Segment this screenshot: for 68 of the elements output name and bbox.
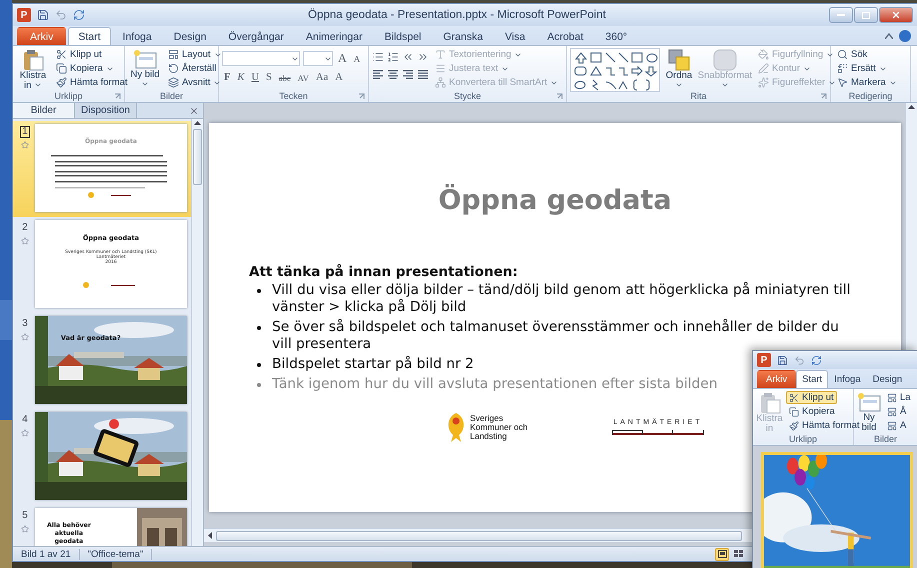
- logo-text: Sveriges Kommuner och Landsting: [470, 414, 529, 440]
- ribbon-tab[interactable]: Arkiv: [17, 27, 66, 45]
- ribbon-tab[interactable]: Start: [796, 370, 828, 388]
- bullet-text: Se över så bildspelet och talmanuset överensstämmer och innehåller de bilder du vill presentera: [272, 319, 840, 353]
- slide-number: 5: [21, 510, 29, 522]
- app-logo: P: [757, 353, 771, 367]
- group-label: Tecken: [279, 91, 308, 101]
- ribbon-tab[interactable]: Acrobat: [537, 27, 594, 45]
- group-label: Stycke: [454, 91, 481, 101]
- ribbon-button[interactable]: Klipp ut: [53, 48, 105, 61]
- pane-tab[interactable]: Bilder: [13, 103, 75, 118]
- slide-number: 2: [21, 222, 29, 234]
- ribbon-tab[interactable]: Visa: [494, 27, 536, 45]
- ribbon-button[interactable]: Klistra in: [16, 48, 50, 92]
- status-text: Bild 1 av 21: [13, 548, 80, 560]
- font-size-button[interactable]: A: [336, 51, 349, 66]
- ribbon-button[interactable]: Å: [884, 405, 910, 418]
- ribbon-tab[interactable]: Animeringar: [296, 27, 372, 45]
- ribbon-tab[interactable]: Infoga: [112, 27, 162, 45]
- ribbon-button[interactable]: Ny bild: [128, 48, 162, 91]
- ribbon-button[interactable]: Ordna: [663, 48, 695, 92]
- format-button[interactable]: S: [264, 72, 274, 83]
- ribbon-tab[interactable]: Bildspel: [374, 27, 432, 45]
- ribbon-button[interactable]: Kopiera: [53, 62, 117, 75]
- format-button[interactable]: F: [222, 72, 232, 83]
- ribbon-button[interactable]: A: [884, 419, 910, 432]
- ribbon-button[interactable]: Återställ: [165, 62, 220, 75]
- app-logo: P: [17, 8, 31, 22]
- format-button[interactable]: AV: [296, 72, 311, 82]
- group-label: Urklipp: [788, 434, 817, 444]
- group-label: Bilder: [874, 434, 897, 444]
- font-size-button[interactable]: A: [352, 54, 362, 64]
- ribbon-button[interactable]: Hämta format: [786, 419, 863, 432]
- ribbon-button[interactable]: La: [884, 391, 914, 404]
- slide-title: Öppna geodata: [437, 185, 673, 216]
- ribbon-button[interactable]: Klipp ut: [786, 391, 837, 404]
- slide-heading: Att tänka på innan presentationen:: [249, 264, 519, 280]
- ribbon-tab[interactable]: Start: [68, 27, 111, 45]
- format-button[interactable]: U: [249, 72, 262, 83]
- ribbon-tab[interactable]: Design: [164, 27, 216, 45]
- bullet-text: Tänk igenom hur du vill avsluta presentationen efter sista bilden: [272, 376, 718, 393]
- ribbon-button[interactable]: Avsnitt: [165, 76, 224, 89]
- ribbon-tab[interactable]: Design: [866, 370, 908, 388]
- group-label: Urklipp: [54, 91, 82, 101]
- ribbon-button[interactable]: Ersätt: [834, 62, 890, 75]
- group-label: Rita: [690, 91, 706, 101]
- ribbon-button[interactable]: Kopiera: [786, 405, 838, 418]
- status-text: "Office-tema": [80, 548, 152, 560]
- window-title: Öppna geodata - Presentation.pptx - Microsoft PowerPoint: [307, 9, 607, 21]
- format-button[interactable]: K: [235, 72, 246, 83]
- format-button[interactable]: abc: [276, 72, 293, 82]
- ribbon-tab[interactable]: Infoga: [828, 370, 867, 388]
- bullet-text: Bildspelet startar på bild nr 2: [272, 356, 474, 373]
- ribbon-tab[interactable]: Arkiv: [757, 370, 796, 388]
- group-label: Redigering: [848, 91, 892, 101]
- bullet-text: Vill du visa eller dölja bilder – tänd/dölj bild genom att högerklicka på miniatyren till vänster > klicka på Dölj bild: [272, 282, 852, 316]
- ribbon-tab[interactable]: Övergångar: [218, 27, 294, 45]
- slide-number: 4: [21, 414, 29, 426]
- slide-number: 3: [21, 318, 29, 330]
- format-button[interactable]: A: [333, 72, 345, 83]
- ribbon-button[interactable]: Hämta format: [53, 76, 131, 89]
- slide-number: 1: [20, 126, 30, 138]
- pane-tab[interactable]: Disposition: [75, 103, 137, 118]
- ribbon-tab[interactable]: Granska: [433, 27, 493, 45]
- ribbon-button[interactable]: Layout: [165, 48, 225, 61]
- format-button[interactable]: Aa: [314, 72, 330, 83]
- ribbon-tab[interactable]: 360°: [595, 27, 638, 45]
- group-label: Bilder: [160, 91, 183, 101]
